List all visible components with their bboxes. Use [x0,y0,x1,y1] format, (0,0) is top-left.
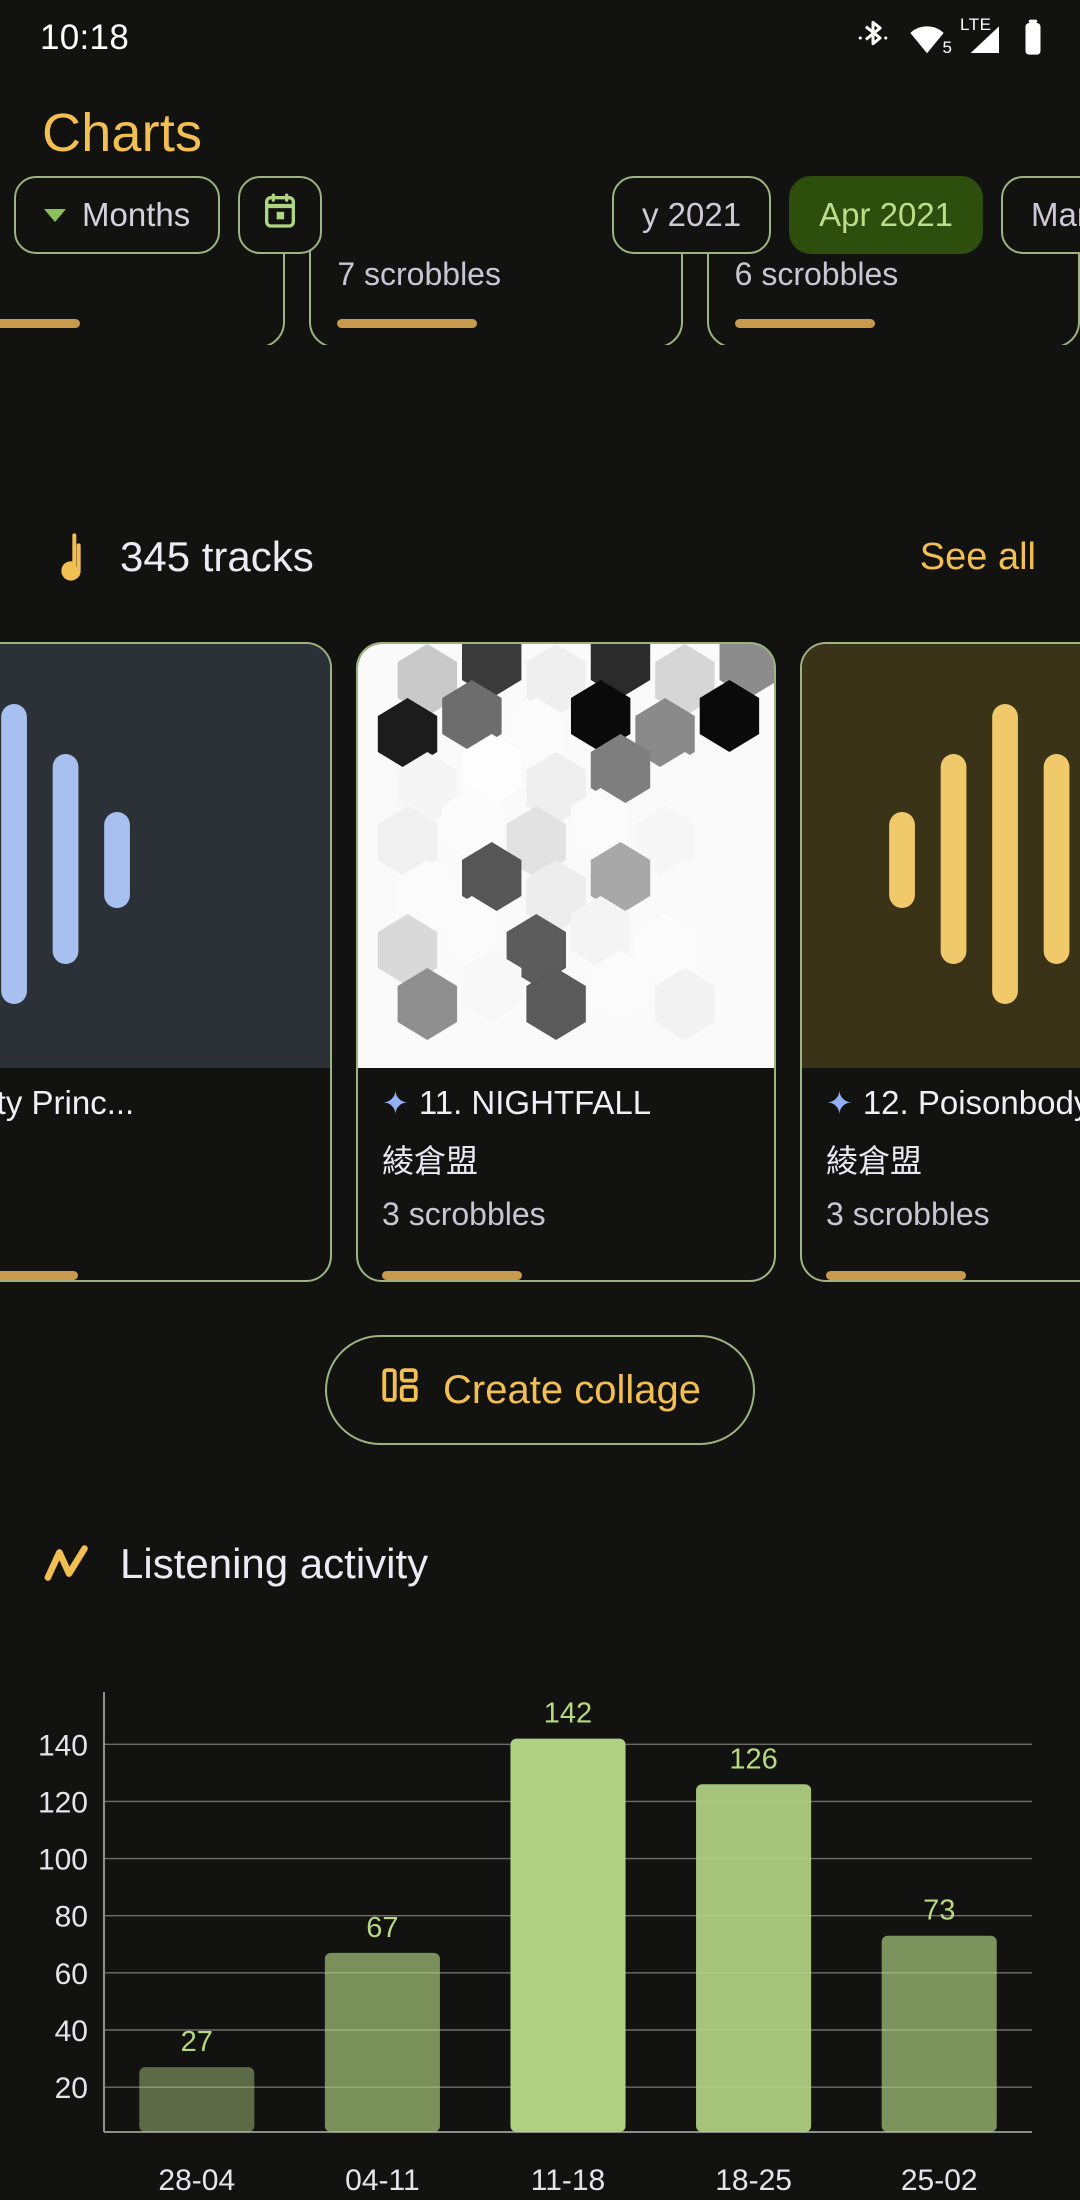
chart-bar[interactable] [882,1936,997,2132]
lte-label: LTE [960,15,991,35]
create-collage-label: Create collage [443,1368,701,1413]
x-tick-label: 11-18 [531,2164,606,2197]
x-tick-label: 18-25 [715,2164,792,2197]
bar-value-label: 126 [729,1743,777,1775]
music-note-icon [44,530,98,584]
bar-value-label: 27 [181,2026,213,2058]
sparkle-icon: ✦ [382,1084,409,1122]
wifi-icon: 5 [908,20,946,58]
month-chips[interactable]: y 2021 Apr 2021 Mar 202 [612,176,1080,254]
track-card-title: ✦ 12. Poisonbody [826,1084,1080,1122]
bar-chart-svg: 20 40 60 80 100 120 140 27 28-04 67 04-11 142 11-18 1… [0,1640,1080,2200]
status-bar-icons: 5 LTE [856,18,1044,58]
month-chip[interactable]: y 2021 [612,176,771,254]
calendar-icon [260,190,300,240]
x-tick-label: 04-11 [345,2164,420,2197]
track-card-scrobbles: 3 scrobbles [382,1196,750,1233]
filter-chips-area: Months y 2021 Apr 2021 Mar 202 [0,176,1080,336]
track-card-scrobbles: 3 scrobbles [826,1196,1080,1233]
chart-bar[interactable] [139,2067,254,2132]
y-tick-label: 120 [38,1786,88,1819]
chart-bar[interactable] [696,1784,811,2132]
page-title: Charts [0,76,1080,164]
y-tick-label: 100 [38,1844,88,1877]
collage-icon [379,1364,421,1416]
sparkle-icon: ✦ [826,1084,853,1122]
tracks-section-header: 345 tracks See all [0,530,1080,584]
track-card[interactable]: ✦ 12. Poisonbody 綾倉盟 3 scrobbles [800,642,1080,1282]
filter-chips-row[interactable]: Months [0,176,322,254]
track-card-progress [0,1271,78,1280]
track-card-progress [826,1271,966,1280]
track-artwork-placeholder [0,644,330,1068]
activity-title: Listening activity [120,1540,428,1588]
track-card-artist: 綾倉盟 [382,1136,750,1182]
bar-value-label: 67 [366,1912,398,1944]
tracks-carousel[interactable]: Guilty Princ... bles [0,642,1080,1282]
listening-activity-chart[interactable]: 20 40 60 80 100 120 140 27 28-04 67 04-11 142 11-18 1… [0,1640,1080,2200]
trend-line-icon [44,1542,98,1586]
y-tick-label: 80 [55,1901,88,1934]
track-card-scrobbles: bles [0,1136,306,1173]
track-card-progress [382,1271,522,1280]
y-tick-label: 20 [55,2072,88,2105]
status-bar-clock: 10:18 [40,18,129,58]
chart-bar[interactable] [510,1739,625,2132]
month-chip-selected[interactable]: Apr 2021 [789,176,983,254]
battery-icon [1022,18,1044,58]
y-tick-label: 140 [38,1729,88,1762]
y-tick-label: 40 [55,2015,88,2048]
x-tick-label: 28-04 [158,2164,235,2197]
activity-section-header: Listening activity [0,1540,1080,1588]
see-all-tracks-link[interactable]: See all [920,536,1036,579]
tracks-count-label: 345 tracks [120,533,314,581]
track-card[interactable]: Guilty Princ... bles [0,642,332,1282]
status-bar: 10:18 5 LTE [0,0,1080,76]
lte-signal-icon: LTE [964,18,1004,58]
track-card[interactable]: ✦ 11. NIGHTFALL 綾倉盟 3 scrobbles [356,642,776,1282]
track-card-title: ✦ 11. NIGHTFALL [382,1084,750,1122]
y-tick-label: 60 [55,1958,88,1991]
collage-button-row: Create collage [0,1335,1080,1445]
chevron-down-icon [44,209,66,222]
bar-value-label: 73 [923,1895,955,1927]
track-card-title: Guilty Princ... [0,1084,306,1122]
create-collage-button[interactable]: Create collage [325,1335,755,1445]
calendar-button[interactable] [238,176,322,254]
track-artwork [358,644,774,1068]
wifi-badge: 5 [943,38,952,58]
period-dropdown-label: Months [82,196,190,234]
bar-value-label: 142 [544,1698,592,1730]
track-card-artist: 綾倉盟 [826,1136,1080,1182]
chart-bar[interactable] [325,1953,440,2132]
x-tick-label: 25-02 [901,2164,978,2197]
period-dropdown-chip[interactable]: Months [14,176,220,254]
track-artwork-placeholder [802,644,1080,1068]
bluetooth-icon [856,18,890,58]
month-chip[interactable]: Mar 202 [1001,176,1080,254]
